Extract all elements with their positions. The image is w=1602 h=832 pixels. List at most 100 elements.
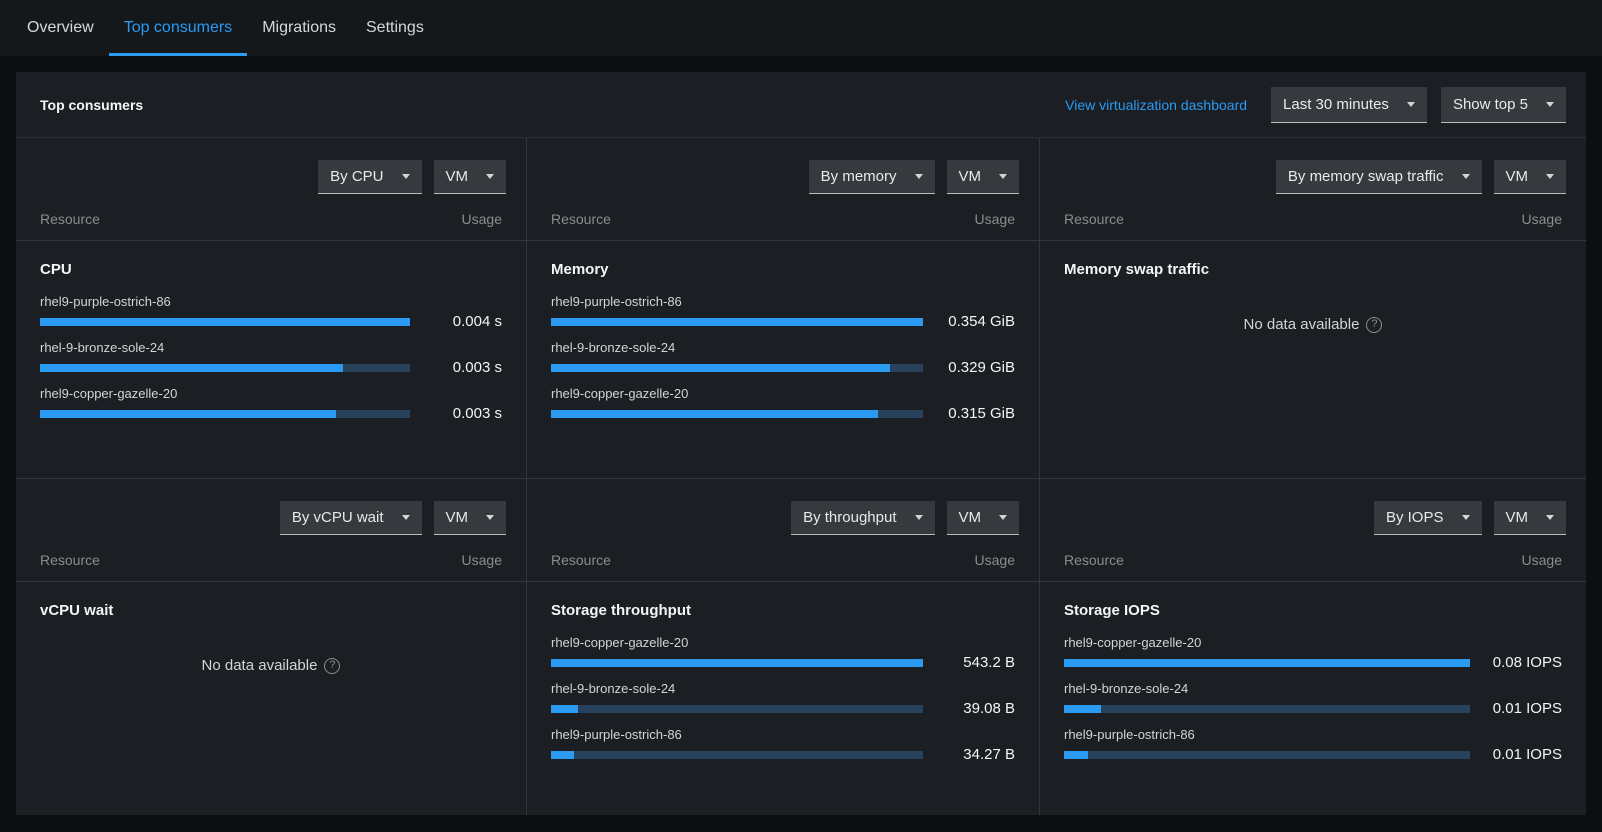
- metric-select-memory-swap-traffic[interactable]: By memory swap traffic: [1276, 160, 1482, 194]
- no-data-label: No data available: [202, 657, 318, 674]
- panel-memory: By memory VMResourceUsage Memory rhel9-purp…: [527, 138, 1040, 479]
- usage-value: 34.27 B: [937, 746, 1015, 763]
- page-content: Top consumers View virtualization dashbo…: [0, 57, 1602, 815]
- column-headers: ResourceUsage: [16, 535, 526, 582]
- metric-select-value: By memory: [821, 168, 897, 185]
- consumer-name[interactable]: rhel9-copper-gazelle-20: [551, 386, 688, 401]
- panel-body: Storage IOPSrhel9-copper-gazelle-200.08 …: [1040, 582, 1586, 815]
- panel-title: vCPU wait: [40, 602, 502, 619]
- panels-grid: By CPUVMResourceUsageCPUrhel9-purple-ost…: [16, 138, 1586, 815]
- panel-controls: By CPU VM: [16, 138, 526, 194]
- panel-title: CPU: [40, 261, 502, 278]
- column-headers: ResourceUsage: [16, 194, 526, 241]
- usage-bar-fill: [1064, 659, 1470, 667]
- scope-select-cpu[interactable]: VM: [434, 160, 507, 194]
- usage-value: 0.003 s: [424, 359, 502, 376]
- metric-select-value: By vCPU wait: [292, 509, 384, 526]
- consumer-name[interactable]: rhel-9-bronze-sole-24: [551, 340, 675, 355]
- no-data-message: No data available?: [1064, 316, 1562, 333]
- usage-column-header: Usage: [462, 552, 502, 568]
- tab-label: Settings: [366, 19, 424, 37]
- metric-select-value: By memory swap traffic: [1288, 168, 1444, 185]
- consumer-name[interactable]: rhel9-copper-gazelle-20: [1064, 635, 1201, 650]
- consumer-row: rhel9-copper-gazelle-20 0.003 s: [40, 385, 502, 422]
- metric-select-vcpu-wait[interactable]: By vCPU wait: [280, 501, 422, 535]
- scope-select-memory[interactable]: VM: [947, 160, 1020, 194]
- scope-select-vcpu-wait[interactable]: VM: [434, 501, 507, 535]
- usage-value: 0.01 IOPS: [1484, 700, 1562, 717]
- usage-bar-row: 0.003 s: [40, 359, 502, 376]
- usage-bar-track: [40, 410, 410, 418]
- card-header: Top consumers View virtualization dashbo…: [16, 72, 1586, 138]
- usage-bar-row: 0.01 IOPS: [1064, 700, 1562, 717]
- consumer-name[interactable]: rhel9-copper-gazelle-20: [40, 386, 177, 401]
- metric-select-storage-iops[interactable]: By IOPS: [1374, 501, 1482, 535]
- consumer-row: rhel9-purple-ostrich-86 0.01 IOPS: [1064, 726, 1562, 763]
- panel-vcpu-wait: By vCPU wait VM ResourceUsage vCPU wait No d…: [16, 479, 527, 815]
- consumer-name[interactable]: rhel-9-bronze-sole-24: [551, 681, 675, 696]
- view-virtualization-dashboard-link[interactable]: View virtualization dashboard: [1065, 97, 1247, 113]
- consumer-name[interactable]: rhel9-purple-ostrich-86: [40, 294, 171, 309]
- usage-bar-fill: [1064, 705, 1101, 713]
- column-headers: ResourceUsage: [527, 194, 1039, 241]
- usage-bar-track: [40, 318, 410, 326]
- panel-title: Memory: [551, 261, 1015, 278]
- tab-label: Migrations: [262, 19, 336, 37]
- usage-bar-row: 0.003 s: [40, 405, 502, 422]
- caret-down-icon: [915, 515, 923, 520]
- show-top-select[interactable]: Show top 5: [1441, 87, 1566, 123]
- usage-bar-fill: [551, 659, 923, 667]
- card-header-actions: View virtualization dashboard Last 30 mi…: [1065, 87, 1566, 123]
- consumer-row: rhel9-copper-gazelle-20 543.2 B: [551, 634, 1015, 671]
- tab-migrations[interactable]: Migrations: [247, 0, 351, 56]
- caret-down-icon: [1462, 174, 1470, 179]
- usage-value: 0.315 GiB: [937, 405, 1015, 422]
- help-icon[interactable]: ?: [1366, 317, 1382, 333]
- usage-value: 0.329 GiB: [937, 359, 1015, 376]
- usage-value: 543.2 B: [937, 654, 1015, 671]
- tab-top-consumers[interactable]: Top consumers: [109, 0, 248, 56]
- scope-select-storage-throughput[interactable]: VM: [947, 501, 1020, 535]
- tab-label: Overview: [27, 19, 94, 37]
- usage-value: 0.004 s: [424, 313, 502, 330]
- column-headers: ResourceUsage: [527, 535, 1039, 582]
- panel-storage-throughput: By throughput VMResourceUsage Storage thro…: [527, 479, 1040, 815]
- metric-select-memory[interactable]: By memory: [809, 160, 935, 194]
- usage-bar-fill: [551, 751, 574, 759]
- tab-settings[interactable]: Settings: [351, 0, 439, 56]
- consumer-name[interactable]: rhel9-purple-ostrich-86: [551, 727, 682, 742]
- usage-column-header: Usage: [462, 211, 502, 227]
- metric-select-storage-throughput[interactable]: By throughput: [791, 501, 934, 535]
- caret-down-icon: [999, 174, 1007, 179]
- metric-select-value: By CPU: [330, 168, 383, 185]
- time-range-select[interactable]: Last 30 minutes: [1271, 87, 1427, 123]
- scope-select-value: VM: [446, 509, 469, 526]
- metric-select-cpu[interactable]: By CPU: [318, 160, 421, 194]
- no-data-label: No data available: [1244, 316, 1360, 333]
- panel-title: Storage throughput: [551, 602, 1015, 619]
- help-icon[interactable]: ?: [324, 658, 340, 674]
- usage-bar-row: 0.004 s: [40, 313, 502, 330]
- usage-bar-fill: [551, 318, 923, 326]
- consumer-name[interactable]: rhel-9-bronze-sole-24: [40, 340, 164, 355]
- resource-column-header: Resource: [551, 211, 611, 227]
- time-range-select-value: Last 30 minutes: [1283, 96, 1389, 113]
- usage-bar-row: 0.354 GiB: [551, 313, 1015, 330]
- panel-body: vCPU wait No data available?: [16, 582, 526, 815]
- consumer-name[interactable]: rhel9-copper-gazelle-20: [551, 635, 688, 650]
- resource-column-header: Resource: [1064, 211, 1124, 227]
- caret-down-icon: [402, 174, 410, 179]
- usage-bar-row: 543.2 B: [551, 654, 1015, 671]
- show-top-select-value: Show top 5: [1453, 96, 1528, 113]
- consumer-name[interactable]: rhel-9-bronze-sole-24: [1064, 681, 1188, 696]
- caret-down-icon: [999, 515, 1007, 520]
- consumer-name[interactable]: rhel9-purple-ostrich-86: [551, 294, 682, 309]
- usage-value: 0.01 IOPS: [1484, 746, 1562, 763]
- caret-down-icon: [1462, 515, 1470, 520]
- scope-select-memory-swap-traffic[interactable]: VM: [1494, 160, 1567, 194]
- consumer-row: rhel-9-bronze-sole-24 0.01 IOPS: [1064, 680, 1562, 717]
- caret-down-icon: [1546, 515, 1554, 520]
- tab-overview[interactable]: Overview: [12, 0, 109, 56]
- scope-select-storage-iops[interactable]: VM: [1494, 501, 1567, 535]
- consumer-name[interactable]: rhel9-purple-ostrich-86: [1064, 727, 1195, 742]
